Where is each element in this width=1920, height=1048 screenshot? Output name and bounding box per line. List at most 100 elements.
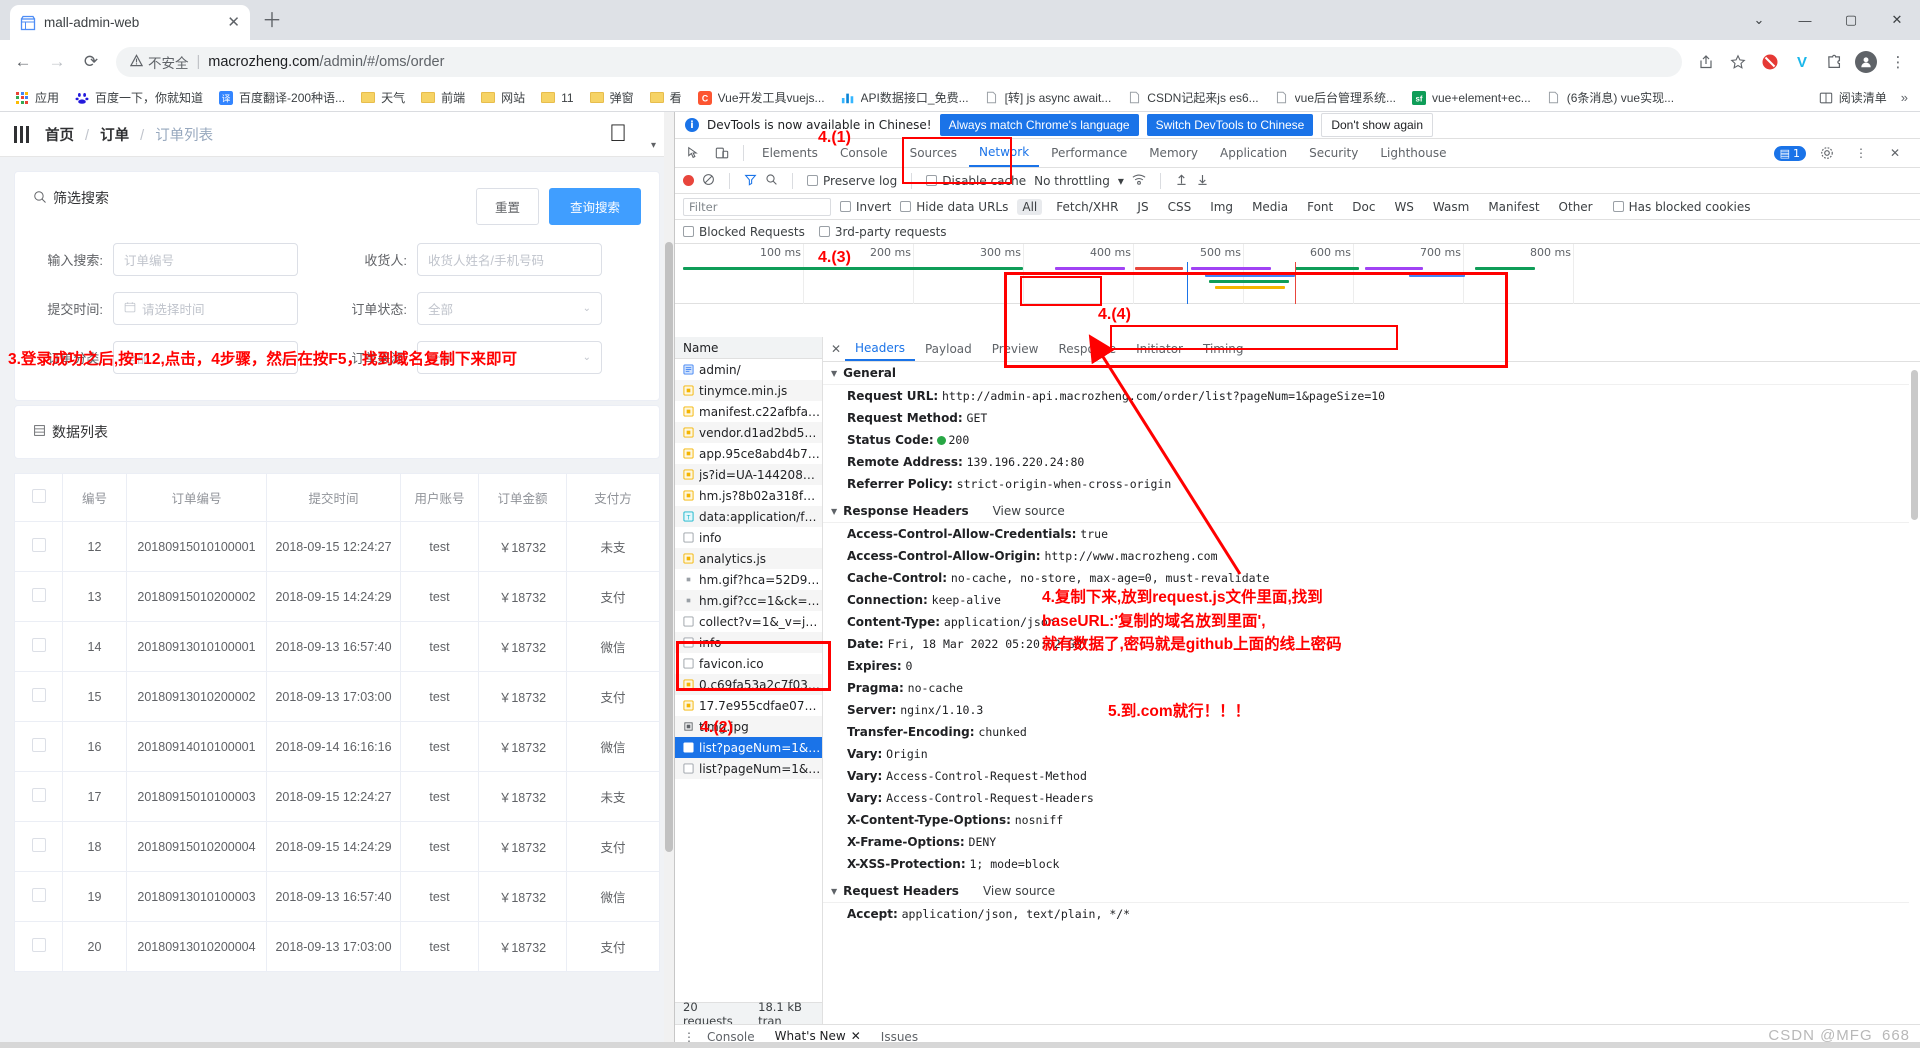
security-warning[interactable]: 不安全 <box>129 52 189 72</box>
inspect-icon[interactable] <box>681 141 707 165</box>
window-chevron-icon[interactable]: ⌄ <box>1736 0 1782 40</box>
detail-tab-preview[interactable]: Preview <box>982 337 1049 361</box>
bookmark-apps[interactable]: 应用 <box>8 87 65 108</box>
general-section-header[interactable]: ▼ General <box>823 362 1920 385</box>
menu-icon[interactable]: ⋮ <box>1884 48 1912 76</box>
apple-logo-icon[interactable]:  <box>590 112 646 156</box>
forward-icon[interactable]: → <box>42 47 72 77</box>
device-toolbar-icon[interactable] <box>709 141 735 165</box>
bookmark-csdn-es6[interactable]: CSDN记起来js es6... <box>1120 87 1264 108</box>
third-party-requests-toggle[interactable]: 3rd-party requests <box>818 225 947 239</box>
table-row[interactable]: 17 20180915010100003 2018-09-15 12:24:27 te… <box>14 771 660 822</box>
table-row[interactable]: 20 20180913010200004 2018-09-13 17:03:00 te… <box>14 921 660 972</box>
tab-sources[interactable]: Sources <box>900 139 967 167</box>
search-icon[interactable] <box>765 173 778 189</box>
tab-security[interactable]: Security <box>1299 139 1368 167</box>
blocked-requests-toggle[interactable]: Blocked Requests <box>683 225 805 239</box>
list-item[interactable]: collect?v=1&_v=j96&... <box>675 611 822 632</box>
list-item[interactable]: 17.7e955cdfae074128... <box>675 695 822 716</box>
list-item[interactable]: info <box>675 527 822 548</box>
request-headers-section-header[interactable]: ▼ Request Headers View source <box>823 880 1920 903</box>
bookmark-vue-admin[interactable]: vue后台管理系统... <box>1268 87 1402 108</box>
throttling-select[interactable]: No throttling <box>1034 174 1110 188</box>
list-item[interactable]: timg.jpg <box>675 716 822 737</box>
detail-tab-initiator[interactable]: Initiator <box>1126 337 1193 361</box>
detail-scrollbar-thumb[interactable] <box>1911 370 1918 520</box>
table-row[interactable]: 12 20180915010100001 2018-09-15 12:24:27 te… <box>14 521 660 572</box>
blocked-requests-checkbox[interactable] <box>683 226 694 237</box>
detail-scrollbar[interactable] <box>1909 362 1920 1024</box>
share-icon[interactable] <box>1692 48 1720 76</box>
detail-tab-headers[interactable]: Headers <box>845 337 915 361</box>
export-har-icon[interactable] <box>1196 173 1209 189</box>
list-item[interactable]: favicon.ico <box>675 653 822 674</box>
app-scrollbar-thumb[interactable] <box>665 242 673 852</box>
table-row[interactable]: 15 20180913010200002 2018-09-13 17:03:00 te… <box>14 671 660 722</box>
import-har-icon[interactable] <box>1175 173 1188 189</box>
profile-icon[interactable] <box>1852 48 1880 76</box>
breadcrumb-section[interactable]: 订单 <box>100 128 129 144</box>
list-item[interactable]: tinymce.min.js <box>675 380 822 401</box>
row-checkbox[interactable] <box>31 788 46 802</box>
minimize-button[interactable]: — <box>1782 0 1828 40</box>
bookmarks-overflow-icon[interactable]: » <box>1901 90 1908 105</box>
breadcrumb-home[interactable]: 首页 <box>45 128 74 144</box>
network-overview-timeline[interactable]: 100 ms 200 ms 300 ms 400 ms 500 ms 600 m… <box>675 244 1920 304</box>
clear-icon[interactable] <box>702 173 715 189</box>
star-icon[interactable] <box>1724 48 1752 76</box>
filter-type-font[interactable]: Font <box>1302 199 1338 215</box>
record-icon[interactable] <box>683 175 694 186</box>
adblock-icon[interactable] <box>1756 48 1784 76</box>
submit-time-datepicker[interactable]: 请选择时间 <box>113 292 298 325</box>
row-checkbox-cell[interactable] <box>14 571 63 622</box>
hide-data-urls-toggle[interactable]: Hide data URLs <box>900 200 1008 214</box>
order-status-select[interactable]: 全部 ⌄ <box>417 292 602 325</box>
preserve-log-toggle[interactable]: Preserve log <box>807 174 897 188</box>
list-item[interactable]: js?id=UA-144208445-2 <box>675 464 822 485</box>
tab-performance[interactable]: Performance <box>1041 139 1137 167</box>
list-item[interactable]: admin/ <box>675 359 822 380</box>
table-row[interactable]: 13 20180915010200002 2018-09-15 14:24:29 te… <box>14 571 660 622</box>
row-checkbox[interactable] <box>31 888 46 902</box>
preserve-log-checkbox[interactable] <box>807 175 818 186</box>
bookmark-folder-popup[interactable]: 弹窗 <box>583 87 640 108</box>
row-checkbox-cell[interactable] <box>14 671 63 722</box>
filter-type-other[interactable]: Other <box>1554 199 1598 215</box>
requests-list[interactable]: admin/ tinymce.min.js manifest.c22afbfaa… <box>675 359 822 1002</box>
table-row[interactable]: 16 20180914010100001 2018-09-14 16:16:16 te… <box>14 721 660 772</box>
list-item[interactable]: hm.js?8b02a318fde58... <box>675 485 822 506</box>
select-all-checkbox[interactable] <box>31 489 46 503</box>
list-item[interactable]: 0.c69fa53a2c7f03ae2... <box>675 674 822 695</box>
view-source-link[interactable]: View source <box>993 504 1065 518</box>
row-checkbox-cell[interactable] <box>14 921 63 972</box>
bookmark-folder-weather[interactable]: 天气 <box>354 87 411 108</box>
app-scrollbar[interactable] <box>664 112 674 1048</box>
view-source-link[interactable]: View source <box>983 884 1055 898</box>
table-row[interactable]: 19 20180913010100003 2018-09-13 16:57:40 te… <box>14 871 660 922</box>
vimeo-icon[interactable]: V <box>1788 48 1816 76</box>
filter-type-doc[interactable]: Doc <box>1347 199 1380 215</box>
row-checkbox[interactable] <box>31 688 46 702</box>
tab-memory[interactable]: Memory <box>1139 139 1208 167</box>
name-column-header[interactable]: Name <box>675 337 822 359</box>
network-filter-input[interactable]: Filter <box>683 197 831 216</box>
list-item[interactable]: hm.gif?hca=52D98BA... <box>675 569 822 590</box>
filter-type-manifest[interactable]: Manifest <box>1483 199 1544 215</box>
close-detail-icon[interactable]: ✕ <box>827 342 845 356</box>
switch-to-chinese-button[interactable]: Switch DevTools to Chinese <box>1146 114 1314 136</box>
chevron-down-icon[interactable]: ▾ <box>651 140 656 151</box>
puzzle-icon[interactable] <box>1820 48 1848 76</box>
bookmark-vue-element-ec[interactable]: sf vue+element+ec... <box>1405 88 1537 108</box>
has-blocked-cookies-checkbox[interactable] <box>1612 201 1624 212</box>
gear-icon[interactable] <box>1814 141 1840 165</box>
bookmark-folder-kan[interactable]: 看 <box>643 87 688 108</box>
tab-lighthouse[interactable]: Lighthouse <box>1370 139 1456 167</box>
list-item-selected[interactable]: list?pageNum=1&pa... <box>675 737 822 758</box>
bookmark-folder-frontend[interactable]: 前端 <box>414 87 471 108</box>
tab-network[interactable]: Network <box>969 139 1040 167</box>
table-row[interactable]: 14 20180913010100001 2018-09-13 16:57:40 te… <box>14 621 660 672</box>
row-checkbox[interactable] <box>31 838 46 852</box>
row-checkbox-cell[interactable] <box>14 521 63 572</box>
response-headers-section-header[interactable]: ▼ Response Headers View source <box>823 500 1920 523</box>
chevron-down-icon[interactable]: ▾ <box>1118 174 1124 188</box>
